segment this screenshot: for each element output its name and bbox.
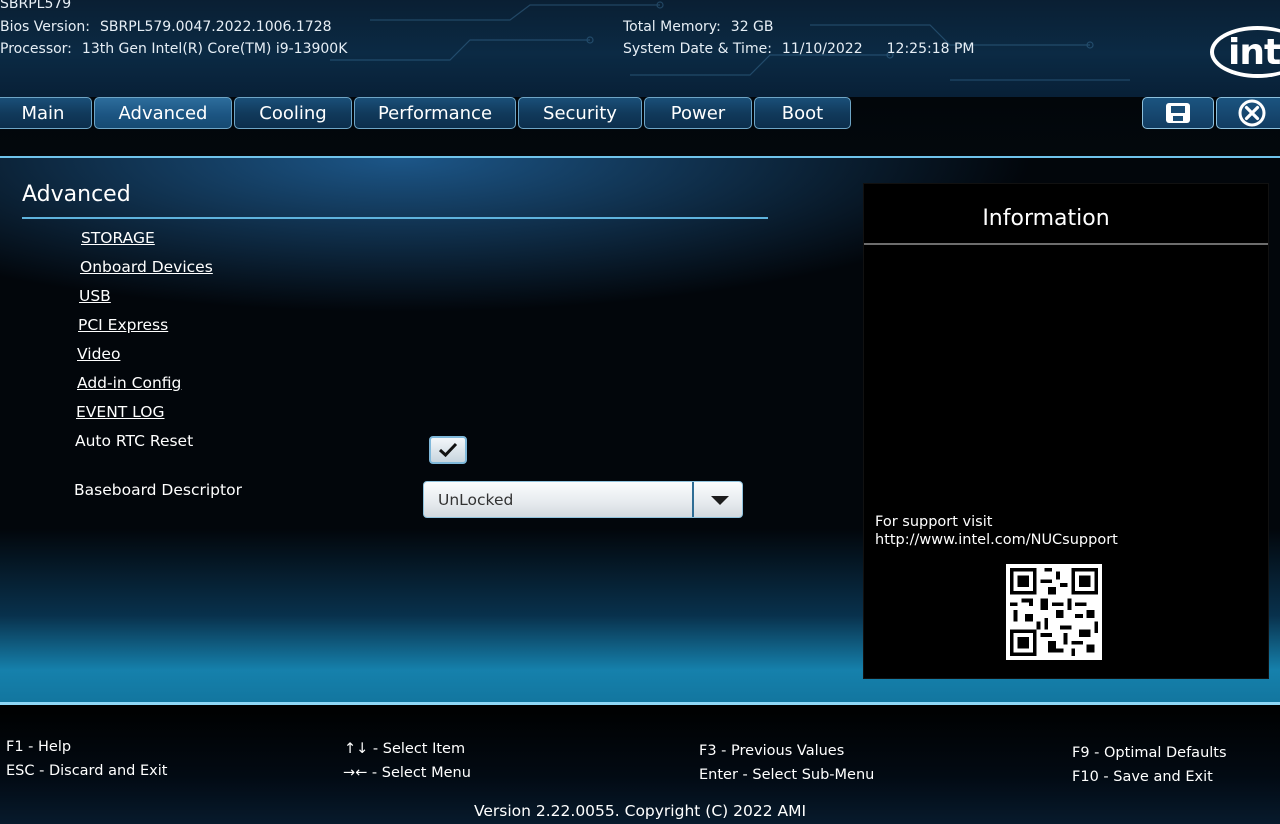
- tab-security[interactable]: Security: [518, 97, 642, 129]
- hint-f3: F3 - Previous Values: [699, 743, 845, 759]
- bios-version-label: Bios Version:: [0, 19, 91, 35]
- select-separator: [692, 482, 694, 517]
- page-title: Advanced: [22, 182, 131, 207]
- link-add-in-config[interactable]: Add-in Config: [77, 374, 181, 392]
- auto-rtc-reset-label: Auto RTC Reset: [75, 432, 194, 450]
- tab-bar: Main Advanced Cooling Performance Securi…: [0, 97, 1280, 157]
- chevron-down-icon[interactable]: [711, 496, 729, 505]
- title-divider: [22, 217, 768, 219]
- hint-f9: F9 - Optimal Defaults: [1072, 745, 1227, 761]
- select-value: UnLocked: [438, 491, 514, 509]
- hint-esc: ESC - Discard and Exit: [6, 763, 168, 779]
- version-text: Version 2.22.0055. Copyright (C) 2022 AM…: [473, 802, 807, 820]
- link-event-log[interactable]: EVENT LOG: [76, 403, 164, 421]
- hint-f10: F10 - Save and Exit: [1072, 769, 1213, 785]
- link-onboard-devices[interactable]: Onboard Devices: [80, 258, 213, 276]
- datetime-label: System Date & Time:: [623, 41, 772, 57]
- memory-value: 32 GB: [730, 19, 774, 35]
- tab-label: Advanced: [118, 102, 208, 124]
- board-model: SBRPL579: [0, 0, 72, 12]
- header: SBRPL579 Bios Version: SBRPL579.0047.2022…: [0, 0, 1280, 97]
- information-panel: Information For support visit http://www…: [864, 184, 1268, 678]
- intel-logo-text: intel: [1228, 32, 1280, 73]
- link-storage[interactable]: STORAGE: [81, 229, 155, 247]
- bios-version-value: SBRPL579.0047.2022.1006.1728: [100, 19, 332, 35]
- link-usb[interactable]: USB: [79, 287, 111, 305]
- hint-enter: Enter - Select Sub-Menu: [699, 767, 875, 783]
- close-circle-icon: [1238, 99, 1266, 127]
- tab-boot[interactable]: Boot: [754, 97, 851, 129]
- save-icon: [1166, 103, 1190, 123]
- processor-value: 13th Gen Intel(R) Core(TM) i9-13900K: [81, 41, 348, 57]
- hint-select-menu: →← - Select Menu: [343, 765, 471, 781]
- memory-label: Total Memory:: [623, 19, 721, 35]
- baseboard-descriptor-label: Baseboard Descriptor: [74, 481, 242, 499]
- tab-label: Performance: [377, 102, 493, 124]
- tab-label: Cooling: [259, 102, 327, 124]
- tab-advanced[interactable]: Advanced: [94, 97, 232, 129]
- auto-rtc-reset-checkbox[interactable]: [429, 436, 467, 464]
- processor-label: Processor:: [0, 41, 72, 57]
- bios-version-row: Bios Version: SBRPL579.0047.2022.1006.172…: [0, 19, 332, 35]
- save-button[interactable]: [1142, 97, 1214, 129]
- qr-code: [1006, 564, 1102, 660]
- support-line: For support visit: [875, 514, 993, 530]
- tab-main[interactable]: Main: [0, 97, 92, 129]
- exit-button[interactable]: [1216, 97, 1280, 129]
- hint-select-item: ↑↓ - Select Item: [344, 741, 466, 757]
- time-value: 12:25:18 PM: [886, 41, 975, 57]
- memory-row: Total Memory: 32 GB: [623, 19, 774, 35]
- date-value: 11/10/2022: [781, 41, 863, 57]
- info-divider: [864, 243, 1268, 245]
- checkmark-icon: [438, 442, 458, 458]
- info-title: Information: [982, 206, 1110, 231]
- support-text: For support visit http://www.intel.com/N…: [875, 513, 1118, 549]
- tab-label: Main: [21, 102, 65, 124]
- support-url: http://www.intel.com/NUCsupport: [875, 532, 1118, 548]
- link-pci-express[interactable]: PCI Express: [78, 316, 168, 334]
- tab-label: Power: [670, 102, 726, 124]
- intel-logo: intel: [1210, 26, 1280, 78]
- tab-performance[interactable]: Performance: [354, 97, 516, 129]
- hint-f1: F1 - Help: [6, 739, 72, 755]
- link-video[interactable]: Video: [77, 345, 120, 363]
- processor-row: Processor: 13th Gen Intel(R) Core(TM) i9-…: [0, 41, 347, 57]
- tab-cooling[interactable]: Cooling: [234, 97, 352, 129]
- tab-label: Boot: [781, 102, 824, 124]
- baseboard-descriptor-select[interactable]: UnLocked: [423, 481, 743, 518]
- tab-power[interactable]: Power: [644, 97, 752, 129]
- tab-label: Security: [543, 102, 617, 124]
- datetime-row: System Date & Time: 11/10/2022 12:25:18 PM: [623, 41, 974, 57]
- footer: F1 - Help ESC - Discard and Exit ↑↓ - Se…: [0, 705, 1280, 824]
